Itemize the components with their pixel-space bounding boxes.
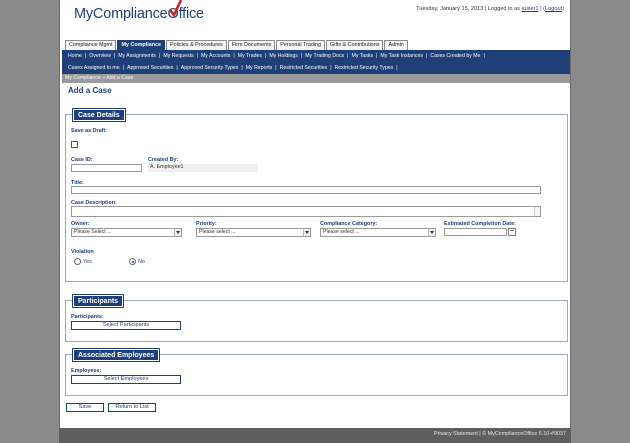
violation-no-label: No — [138, 259, 145, 265]
nav-my-tasks[interactable]: My Tasks — [349, 53, 377, 59]
page-title: Add a Case — [68, 86, 112, 95]
page-container: MyComplianceO ffice Tuesday, January 15, … — [59, 0, 571, 428]
case-details-legend: Case Details — [72, 108, 126, 122]
participants-label: Participants: — [71, 314, 104, 320]
select-participants-button[interactable]: Select Participants — [71, 321, 181, 330]
return-to-list-button[interactable]: Return to List — [108, 403, 156, 412]
title-input[interactable] — [71, 186, 541, 194]
participants-legend: Participants — [71, 294, 125, 308]
nav-row-2: Cases Assigned to me | Approved Securitie… — [62, 62, 570, 74]
select-employees-button[interactable]: Select Employees — [71, 375, 181, 384]
case-id-input[interactable] — [71, 164, 142, 172]
tab-my-compliance[interactable]: My Compliance — [117, 40, 165, 50]
case-details-section: Case Details Save as Draft: Case ID: Cre… — [65, 108, 568, 282]
priority-label: Priority: — [196, 221, 217, 227]
nav-row-1: Home | Overview | My Assignments | My Reque… — [62, 50, 570, 62]
nav-my-trades[interactable]: My Trades — [235, 53, 265, 59]
logo: MyComplianceO ffice — [74, 0, 204, 22]
calendar-icon[interactable] — [508, 228, 516, 236]
user-link[interactable]: auser1 — [521, 6, 538, 12]
nav-approved-securities[interactable]: Approved Securities — [124, 65, 176, 71]
nav-my-holdings[interactable]: My Holdings — [266, 53, 301, 59]
employees-label: Employees: — [71, 368, 102, 374]
nav-my-accounts[interactable]: My Accounts — [198, 53, 233, 59]
privacy-statement-link[interactable]: Privacy Statement — [434, 431, 478, 437]
save-button[interactable]: Save — [66, 403, 104, 412]
compliance-category-label: Compliance Category: — [320, 221, 378, 227]
nav-restricted-securities[interactable]: Restricted Securities — [277, 65, 331, 71]
nav-cases-assigned-to-me[interactable]: Cases Assigned to me — [65, 65, 123, 71]
tab-firm-documents[interactable]: Firm Documents — [227, 40, 276, 50]
associated-employees-legend: Associated Employees — [71, 348, 161, 362]
resize-handle[interactable] — [534, 207, 540, 216]
nav-my-trading-docs[interactable]: My Trading Docs — [302, 53, 347, 59]
tab-admin[interactable]: Admin — [384, 40, 408, 50]
associated-employees-section: Associated Employees Employees: Select E… — [65, 348, 568, 396]
case-description-textarea[interactable] — [71, 206, 541, 217]
nav-my-reports[interactable]: My Reports — [243, 65, 276, 71]
nav-my-task-instances[interactable]: My Task Instances — [377, 53, 426, 59]
participants-section: Participants Participants: Select Partic… — [65, 294, 568, 342]
nav-overview[interactable]: Overview — [86, 53, 114, 59]
chevron-down-icon — [303, 229, 310, 236]
case-id-label: Case ID: — [71, 157, 93, 163]
breadcrumb: My Compliance » Add a Case — [62, 74, 570, 83]
footer: Privacy Statement | © MyComplianceOffice… — [0, 428, 630, 443]
save-as-draft-checkbox[interactable] — [71, 141, 78, 148]
nav-my-requests[interactable]: My Requests — [160, 53, 196, 59]
violation-no-radio[interactable] — [129, 258, 136, 265]
nav-restricted-security-types[interactable]: Restricted Security Types — [332, 65, 397, 71]
tab-compliance-mgmt[interactable]: Compliance Mgmt — [65, 40, 117, 50]
priority-select[interactable]: Please select ... — [196, 228, 311, 237]
chevron-down-icon — [174, 229, 181, 236]
estimated-completion-date-input[interactable] — [444, 228, 507, 236]
checkmark-icon — [168, 0, 182, 18]
tab-personal-trading[interactable]: Personal Trading — [276, 40, 326, 50]
sub-navigation: Home | Overview | My Assignments | My Reque… — [62, 50, 570, 74]
tab-gifts-contributions[interactable]: Gifts & Contributions — [326, 40, 384, 50]
save-as-draft-label: Save as Draft: — [71, 128, 107, 134]
created-by-label: Created By: — [148, 157, 179, 163]
copyright-text: | © MyComplianceOffice 6.10-#9037 — [479, 431, 566, 437]
chevron-down-icon — [428, 229, 435, 236]
estimated-completion-date-label: Estimated Completion Date: — [444, 221, 516, 227]
nav-my-assignments[interactable]: My Assignments — [115, 53, 159, 59]
user-info: Tuesday, January 15, 2013 | Logged in as… — [416, 6, 564, 12]
nav-cases-created-by-me[interactable]: Cases Created by Me — [427, 53, 483, 59]
tab-policies-procedures[interactable]: Policies & Procedures — [166, 40, 227, 50]
nav-home[interactable]: Home — [65, 53, 85, 59]
logout-link[interactable]: Logout — [545, 6, 562, 12]
owner-select[interactable]: Please Select ... — [71, 228, 182, 237]
violation-yes-radio[interactable] — [74, 258, 81, 265]
main-tabs: Compliance Mgmt My Compliance Policies &… — [65, 40, 409, 50]
nav-approved-security-types[interactable]: Approved Security Types — [178, 65, 242, 71]
created-by-value: A. Employee1 — [148, 164, 258, 172]
header: MyComplianceO ffice Tuesday, January 15, … — [60, 0, 570, 40]
compliance-category-select[interactable]: Please select ... — [320, 228, 436, 237]
owner-label: Owner: — [71, 221, 90, 227]
violation-label: Violation — [71, 249, 94, 255]
violation-yes-label: Yes — [83, 259, 92, 265]
